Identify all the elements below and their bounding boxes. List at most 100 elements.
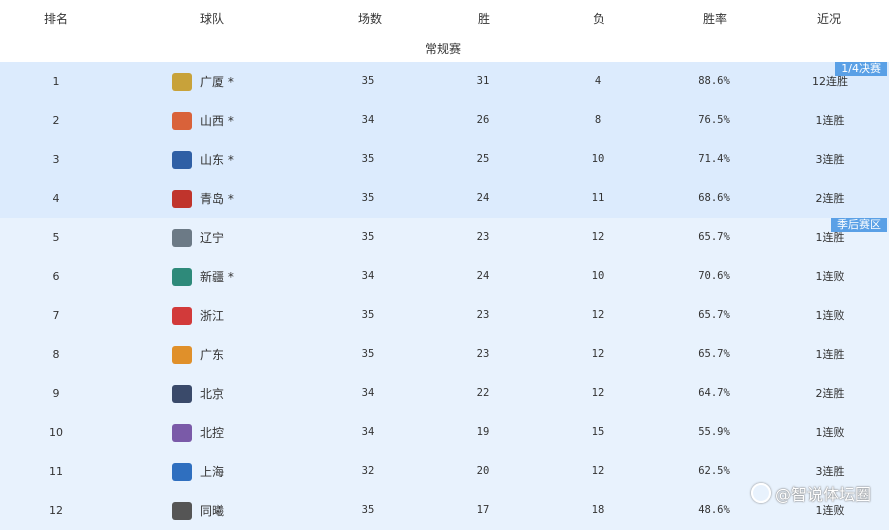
- team-cell[interactable]: 浙江: [172, 296, 224, 335]
- cell-losses: 12: [591, 348, 605, 360]
- section-title: 常规赛: [424, 42, 462, 56]
- cell-games: 35: [361, 231, 375, 243]
- cell-pct: 65.7%: [698, 231, 730, 243]
- cell-losses: 15: [591, 426, 605, 438]
- cell-games: 35: [361, 75, 375, 87]
- team-name: 山东 *: [200, 153, 234, 167]
- team-cell[interactable]: 广东: [172, 335, 224, 374]
- team-cell[interactable]: 广厦 *: [172, 62, 234, 101]
- team-cell[interactable]: 上海: [172, 452, 224, 491]
- team-name: 辽宁: [200, 231, 225, 245]
- cell-rank: 8: [52, 348, 60, 361]
- cell-pct: 55.9%: [698, 426, 730, 438]
- cell-games: 35: [361, 192, 375, 204]
- cell-losses: 4: [594, 75, 602, 87]
- cell-rank: 1: [52, 75, 60, 88]
- cell-losses: 10: [591, 270, 605, 282]
- cell-pct: 48.6%: [698, 504, 730, 516]
- team-logo-icon: [172, 111, 192, 130]
- team-logo-icon: [172, 345, 192, 364]
- table-row[interactable]: 8 35 23 12 65.7% 1连胜 广东: [0, 335, 889, 374]
- team-logo-icon: [172, 189, 192, 208]
- header-rank: 排名: [43, 12, 69, 26]
- table-row[interactable]: 10 34 19 15 55.9% 1连败 北控: [0, 413, 889, 452]
- watermark: @智说体坛圈: [750, 481, 871, 505]
- cell-wins: 23: [476, 309, 490, 321]
- cell-losses: 8: [594, 114, 602, 126]
- cell-wins: 26: [476, 114, 490, 126]
- team-cell[interactable]: 北京: [172, 374, 224, 413]
- cell-wins: 22: [476, 387, 490, 399]
- cell-pct: 70.6%: [698, 270, 730, 282]
- cell-rank: 5: [52, 231, 60, 244]
- team-name: 上海: [200, 465, 225, 479]
- cell-wins: 24: [476, 270, 490, 282]
- table-row[interactable]: 7 35 23 12 65.7% 1连败 浙江: [0, 296, 889, 335]
- cell-pct: 64.7%: [698, 387, 730, 399]
- cell-wins: 24: [476, 192, 490, 204]
- table-row[interactable]: 4 35 24 11 68.6% 2连胜 青岛 *: [0, 179, 889, 218]
- badge-quarterfinal: 1/4决赛: [835, 62, 887, 76]
- cell-rank: 4: [52, 192, 60, 205]
- cell-recent: 1连败: [815, 426, 845, 439]
- team-cell[interactable]: 山东 *: [172, 140, 234, 179]
- team-logo-icon: [172, 384, 192, 403]
- team-name: 北控: [200, 426, 225, 440]
- table-row[interactable]: 1 35 31 4 88.6% 12连胜 广厦 *: [0, 62, 889, 101]
- team-cell[interactable]: 山西 *: [172, 101, 234, 140]
- cell-games: 34: [361, 270, 375, 282]
- cell-games: 32: [361, 465, 375, 477]
- cell-pct: 65.7%: [698, 348, 730, 360]
- cell-rank: 11: [49, 465, 63, 478]
- header-recent: 近况: [816, 12, 842, 26]
- header-games: 场数: [357, 12, 383, 26]
- team-name: 广厦 *: [200, 75, 234, 89]
- cell-games: 35: [361, 153, 375, 165]
- team-logo-icon: [172, 462, 192, 481]
- cell-rank: 6: [52, 270, 60, 283]
- cell-rank: 3: [52, 153, 60, 166]
- cell-wins: 23: [476, 348, 490, 360]
- team-logo-icon: [172, 501, 192, 520]
- cell-pct: 88.6%: [698, 75, 730, 87]
- cell-losses: 12: [591, 309, 605, 321]
- team-name: 青岛 *: [200, 192, 234, 206]
- team-name: 同曦: [200, 504, 225, 518]
- cell-wins: 23: [476, 231, 490, 243]
- cell-recent: 1连胜: [815, 114, 845, 127]
- team-logo-icon: [172, 228, 192, 247]
- team-cell[interactable]: 辽宁: [172, 218, 224, 257]
- cell-recent: 2连胜: [815, 192, 845, 205]
- team-name: 新疆 *: [200, 270, 234, 284]
- team-cell[interactable]: 新疆 *: [172, 257, 234, 296]
- section-regular-season: 常规赛: [0, 35, 889, 61]
- cell-losses: 12: [591, 387, 605, 399]
- table-row[interactable]: 3 35 25 10 71.4% 3连胜 山东 *: [0, 140, 889, 179]
- table-row[interactable]: 6 34 24 10 70.6% 1连败 新疆 *: [0, 257, 889, 296]
- team-cell[interactable]: 同曦: [172, 491, 224, 530]
- team-name: 广东: [200, 348, 225, 362]
- cell-games: 34: [361, 387, 375, 399]
- team-name: 山西 *: [200, 114, 234, 128]
- table-row[interactable]: 9 34 22 12 64.7% 2连胜 北京: [0, 374, 889, 413]
- team-name: 浙江: [200, 309, 225, 323]
- table-row[interactable]: 2 34 26 8 76.5% 1连胜 山西 *: [0, 101, 889, 140]
- header-team: 球队: [199, 12, 225, 26]
- cell-rank: 12: [49, 504, 63, 517]
- team-cell[interactable]: 青岛 *: [172, 179, 234, 218]
- cell-rank: 7: [52, 309, 60, 322]
- badge-playoff-zone: 季后赛区: [831, 218, 887, 232]
- cell-games: 35: [361, 348, 375, 360]
- team-logo-icon: [172, 306, 192, 325]
- cell-pct: 71.4%: [698, 153, 730, 165]
- header-pct: 胜率: [702, 12, 728, 26]
- cell-wins: 20: [476, 465, 490, 477]
- cell-pct: 76.5%: [698, 114, 730, 126]
- team-cell[interactable]: 北控: [172, 413, 224, 452]
- table-row[interactable]: 5 35 23 12 65.7% 1连胜 辽宁: [0, 218, 889, 257]
- cell-recent: 3连胜: [815, 153, 845, 166]
- cell-games: 35: [361, 309, 375, 321]
- cell-recent: 2连胜: [815, 387, 845, 400]
- cell-games: 35: [361, 504, 375, 516]
- cell-rank: 9: [52, 387, 60, 400]
